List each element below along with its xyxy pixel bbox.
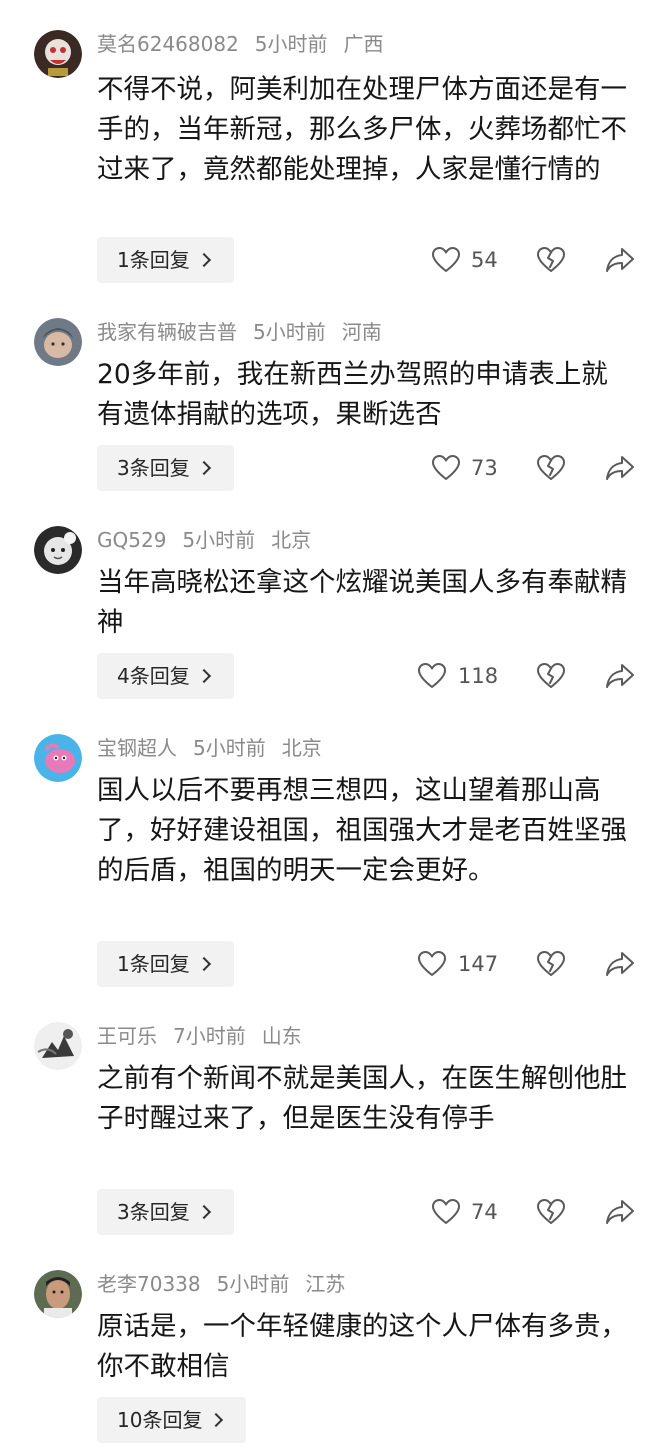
username[interactable]: 莫名62468082 <box>97 32 239 56</box>
location: 北京 <box>281 736 322 760</box>
timestamp: 5小时前 <box>253 320 326 344</box>
view-replies-button[interactable]: 3条回复 <box>97 445 234 491</box>
timestamp: 5小时前 <box>193 736 266 760</box>
location: 江苏 <box>305 1272 346 1296</box>
view-replies-button[interactable]: 10条回复 <box>97 1397 247 1443</box>
heart-icon[interactable] <box>431 245 461 275</box>
view-replies-button[interactable]: 1条回复 <box>97 941 234 987</box>
like-count: 73 <box>471 456 498 480</box>
broken-heart-icon[interactable] <box>536 949 566 979</box>
replies-label: 10条回复 <box>117 1408 203 1432</box>
comment-meta: 老李70338 5小时前 江苏 <box>97 1266 361 1302</box>
like-count: 54 <box>471 248 498 272</box>
chevron-right-icon <box>196 1204 211 1220</box>
location: 河南 <box>341 320 382 344</box>
timestamp: 7小时前 <box>173 1024 246 1048</box>
comment-meta: 王可乐 7小时前 山东 <box>97 1018 318 1054</box>
share-icon[interactable] <box>605 245 635 275</box>
share-icon[interactable] <box>605 1197 635 1227</box>
comment-text: 不得不说，阿美利加在处理尸体方面还是有一手的，当年新冠，那么多尸体，火葬场都忙不… <box>97 74 627 185</box>
view-replies-button[interactable]: 3条回复 <box>97 1189 234 1235</box>
username[interactable]: 我家有辆破吉普 <box>97 320 237 344</box>
replies-label: 4条回复 <box>117 664 190 688</box>
chevron-right-icon <box>196 956 211 972</box>
comment-text: 20多年前，我在新西兰办驾照的申请表上就有遗体捐献的选项，果断选否 <box>97 359 608 430</box>
location: 广西 <box>343 32 384 56</box>
username[interactable]: 宝钢超人 <box>97 736 177 760</box>
chevron-right-icon <box>196 460 211 476</box>
broken-heart-icon[interactable] <box>536 453 566 483</box>
share-icon[interactable] <box>605 453 635 483</box>
replies-label: 1条回复 <box>117 952 190 976</box>
like-count: 118 <box>458 664 499 688</box>
username[interactable]: 王可乐 <box>97 1024 157 1048</box>
avatar[interactable] <box>34 1270 82 1318</box>
like-count: 74 <box>471 1200 498 1224</box>
comment-text: 国人以后不要再想三想四，这山望着那山高了，好好建设祖国，祖国强大才是老百姓坚强的… <box>97 775 627 886</box>
broken-heart-icon[interactable] <box>536 1197 566 1227</box>
chevron-right-icon <box>209 1412 224 1428</box>
broken-heart-icon[interactable] <box>536 245 566 275</box>
chevron-right-icon <box>196 252 211 268</box>
heart-icon[interactable] <box>417 949 447 979</box>
avatar[interactable] <box>34 318 82 366</box>
comment-text: 原话是，一个年轻健康的这个人尸体有多贵，你不敢相信 <box>97 1311 627 1382</box>
location: 山东 <box>261 1024 302 1048</box>
avatar[interactable] <box>34 734 82 782</box>
view-replies-button[interactable]: 1条回复 <box>97 237 234 283</box>
like-count: 147 <box>458 952 499 976</box>
comment-text: 之前有个新闻不就是美国人，在医生解刨他肚子时醒过来了，但是医生没有停手 <box>97 1063 627 1134</box>
avatar[interactable] <box>34 30 82 78</box>
avatar[interactable] <box>34 1022 82 1070</box>
chevron-right-icon <box>196 668 211 684</box>
replies-label: 3条回复 <box>117 1200 190 1224</box>
replies-label: 1条回复 <box>117 248 190 272</box>
timestamp: 5小时前 <box>216 1272 290 1296</box>
view-replies-button[interactable]: 4条回复 <box>97 653 234 699</box>
share-icon[interactable] <box>605 949 635 979</box>
heart-icon[interactable] <box>431 1197 461 1227</box>
avatar[interactable] <box>34 526 82 574</box>
heart-icon[interactable] <box>431 453 461 483</box>
location: 北京 <box>271 528 312 552</box>
broken-heart-icon[interactable] <box>536 661 566 691</box>
username[interactable]: 老李70338 <box>97 1272 201 1296</box>
comment-meta: 莫名62468082 5小时前 广西 <box>97 26 400 62</box>
replies-label: 3条回复 <box>117 456 190 480</box>
share-icon[interactable] <box>605 661 635 691</box>
heart-icon[interactable] <box>417 661 447 691</box>
timestamp: 5小时前 <box>254 32 328 56</box>
username[interactable]: GQ529 <box>97 528 166 552</box>
comment-meta: 我家有辆破吉普 5小时前 河南 <box>97 314 398 350</box>
comment-meta: 宝钢超人 5小时前 北京 <box>97 730 338 766</box>
comment-meta: GQ529 5小时前 北京 <box>97 522 327 558</box>
comment-text: 当年高晓松还拿这个炫耀说美国人多有奉献精神 <box>97 567 627 638</box>
timestamp: 5小时前 <box>182 528 256 552</box>
